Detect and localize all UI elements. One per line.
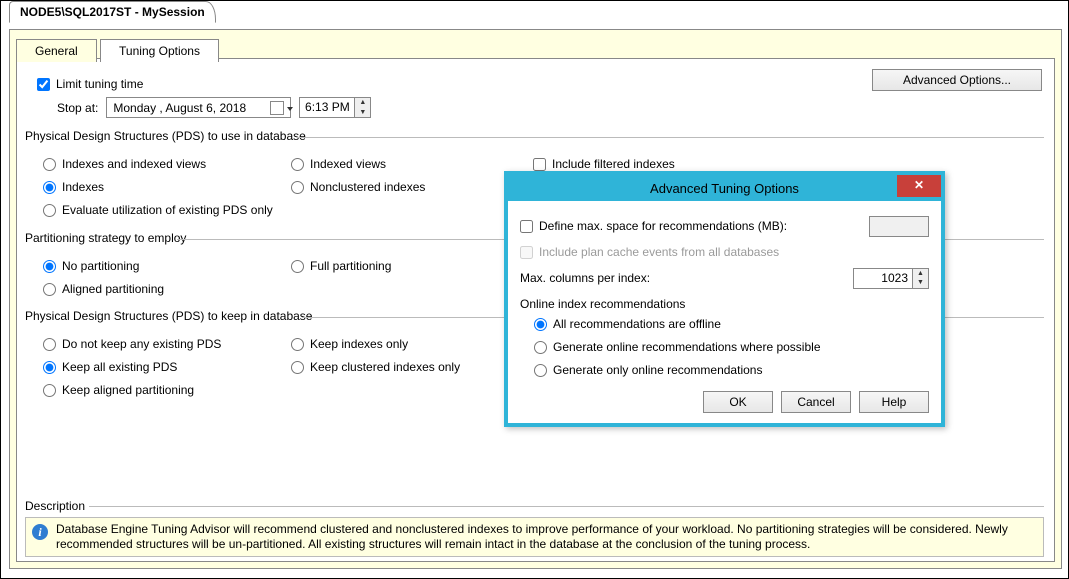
help-button[interactable]: Help [859, 391, 929, 413]
radio-keep-all[interactable] [43, 361, 56, 374]
check-define-max-space[interactable] [520, 220, 533, 233]
ok-button[interactable]: OK [703, 391, 773, 413]
radio-keep-aligned[interactable] [43, 384, 56, 397]
session-tab[interactable]: NODE5\SQL2017ST - MySession [9, 1, 216, 23]
spinner-down-icon[interactable]: ▼ [913, 278, 928, 288]
online-index-recs-header: Online index recommendations [520, 297, 929, 311]
group-header-pds-keep: Physical Design Structures (PDS) to keep… [25, 309, 312, 323]
ok-button-label: OK [729, 395, 746, 409]
radio-indexes[interactable] [43, 181, 56, 194]
radio-indexes-label: Indexes [62, 180, 104, 194]
max-columns-spinner[interactable]: ▲ ▼ [913, 268, 929, 289]
advanced-options-button-label: Advanced Options... [903, 73, 1011, 87]
group-line [297, 137, 1044, 138]
dialog-close-button[interactable]: ✕ [897, 175, 941, 197]
stop-at-time-value: 6:13 PM [305, 100, 350, 114]
stop-at-time-field[interactable]: 6:13 PM [299, 97, 355, 118]
description-text: Database Engine Tuning Advisor will reco… [56, 522, 1008, 551]
limit-tuning-time-label: Limit tuning time [56, 77, 143, 91]
radio-aligned-partitioning-label: Aligned partitioning [62, 282, 164, 296]
tab-tuning-label: Tuning Options [119, 44, 200, 58]
info-icon: i [32, 524, 48, 540]
max-columns-label: Max. columns per index: [520, 271, 650, 285]
radio-do-not-keep[interactable] [43, 338, 56, 351]
radio-all-offline-label: All recommendations are offline [553, 317, 721, 331]
radio-keep-indexes-only[interactable] [291, 338, 304, 351]
description-box: i Database Engine Tuning Advisor will re… [25, 517, 1044, 557]
dialog-titlebar[interactable]: Advanced Tuning Options ✕ [508, 175, 941, 201]
session-tab-label: NODE5\SQL2017ST - MySession [20, 5, 205, 19]
time-spinner[interactable]: ▲ ▼ [355, 97, 371, 118]
radio-nonclustered-label: Nonclustered indexes [310, 180, 425, 194]
radio-no-partitioning[interactable] [43, 260, 56, 273]
radio-indexes-and-views[interactable] [43, 158, 56, 171]
radio-indexed-views-label: Indexed views [310, 157, 386, 171]
spinner-up-icon[interactable]: ▲ [355, 98, 370, 108]
help-button-label: Help [882, 395, 907, 409]
max-space-input[interactable] [869, 216, 929, 237]
radio-evaluate-existing[interactable] [43, 204, 56, 217]
radio-nonclustered[interactable] [291, 181, 304, 194]
radio-evaluate-existing-label: Evaluate utilization of existing PDS onl… [62, 203, 273, 217]
max-columns-input[interactable]: 1023 [853, 268, 913, 289]
radio-aligned-partitioning[interactable] [43, 283, 56, 296]
description-header: Description [25, 499, 85, 513]
tabstrip: General Tuning Options [16, 38, 219, 61]
tab-general-label: General [35, 44, 78, 58]
radio-indexed-views[interactable] [291, 158, 304, 171]
check-include-plan-cache [520, 246, 533, 259]
radio-do-not-keep-label: Do not keep any existing PDS [62, 337, 221, 351]
close-icon: ✕ [914, 178, 924, 192]
advanced-options-button[interactable]: Advanced Options... [872, 69, 1042, 91]
radio-keep-indexes-only-label: Keep indexes only [310, 337, 408, 351]
stop-at-row: Stop at: Monday , August 6, 2018 6:13 PM [57, 97, 371, 118]
limit-tuning-time-row: Limit tuning time [37, 74, 143, 94]
radio-keep-clustered-only-label: Keep clustered indexes only [310, 360, 460, 374]
radio-no-partitioning-label: No partitioning [62, 259, 139, 273]
cancel-button-label: Cancel [797, 395, 834, 409]
spinner-up-icon[interactable]: ▲ [913, 269, 928, 279]
stop-at-date-value: Monday , August 6, 2018 [113, 101, 246, 115]
description-line [89, 506, 1044, 507]
radio-all-offline[interactable] [534, 318, 547, 331]
radio-online-where-possible[interactable] [534, 341, 547, 354]
window-frame: NODE5\SQL2017ST - MySession General Tuni… [0, 0, 1069, 579]
include-plan-cache-label: Include plan cache events from all datab… [539, 245, 779, 259]
tab-general[interactable]: General [16, 39, 97, 62]
radio-keep-aligned-label: Keep aligned partitioning [62, 383, 194, 397]
max-columns-value: 1023 [881, 271, 908, 285]
radio-online-where-possible-label: Generate online recommendations where po… [553, 340, 821, 354]
dialog-title: Advanced Tuning Options [508, 181, 941, 196]
tab-tuning-options[interactable]: Tuning Options [100, 39, 219, 62]
radio-keep-clustered-only[interactable] [291, 361, 304, 374]
radio-only-online[interactable] [534, 364, 547, 377]
check-include-filtered[interactable] [533, 158, 546, 171]
radio-keep-all-label: Keep all existing PDS [62, 360, 177, 374]
radio-full-partitioning-label: Full partitioning [310, 259, 391, 273]
cancel-button[interactable]: Cancel [781, 391, 851, 413]
radio-only-online-label: Generate only online recommendations [553, 363, 762, 377]
radio-full-partitioning[interactable] [291, 260, 304, 273]
check-include-filtered-label: Include filtered indexes [552, 157, 675, 171]
spinner-down-icon[interactable]: ▼ [355, 108, 370, 118]
stop-at-label: Stop at: [57, 101, 98, 115]
calendar-icon [270, 101, 284, 115]
group-header-pds-use: Physical Design Structures (PDS) to use … [25, 129, 306, 143]
group-header-partition: Partitioning strategy to employ [25, 231, 186, 245]
define-max-space-label: Define max. space for recommendations (M… [539, 219, 787, 233]
radio-indexes-and-views-label: Indexes and indexed views [62, 157, 206, 171]
advanced-tuning-options-dialog: Advanced Tuning Options ✕ Define max. sp… [504, 171, 945, 427]
limit-tuning-time-checkbox[interactable] [37, 78, 50, 91]
stop-at-date-picker[interactable]: Monday , August 6, 2018 [106, 97, 291, 118]
